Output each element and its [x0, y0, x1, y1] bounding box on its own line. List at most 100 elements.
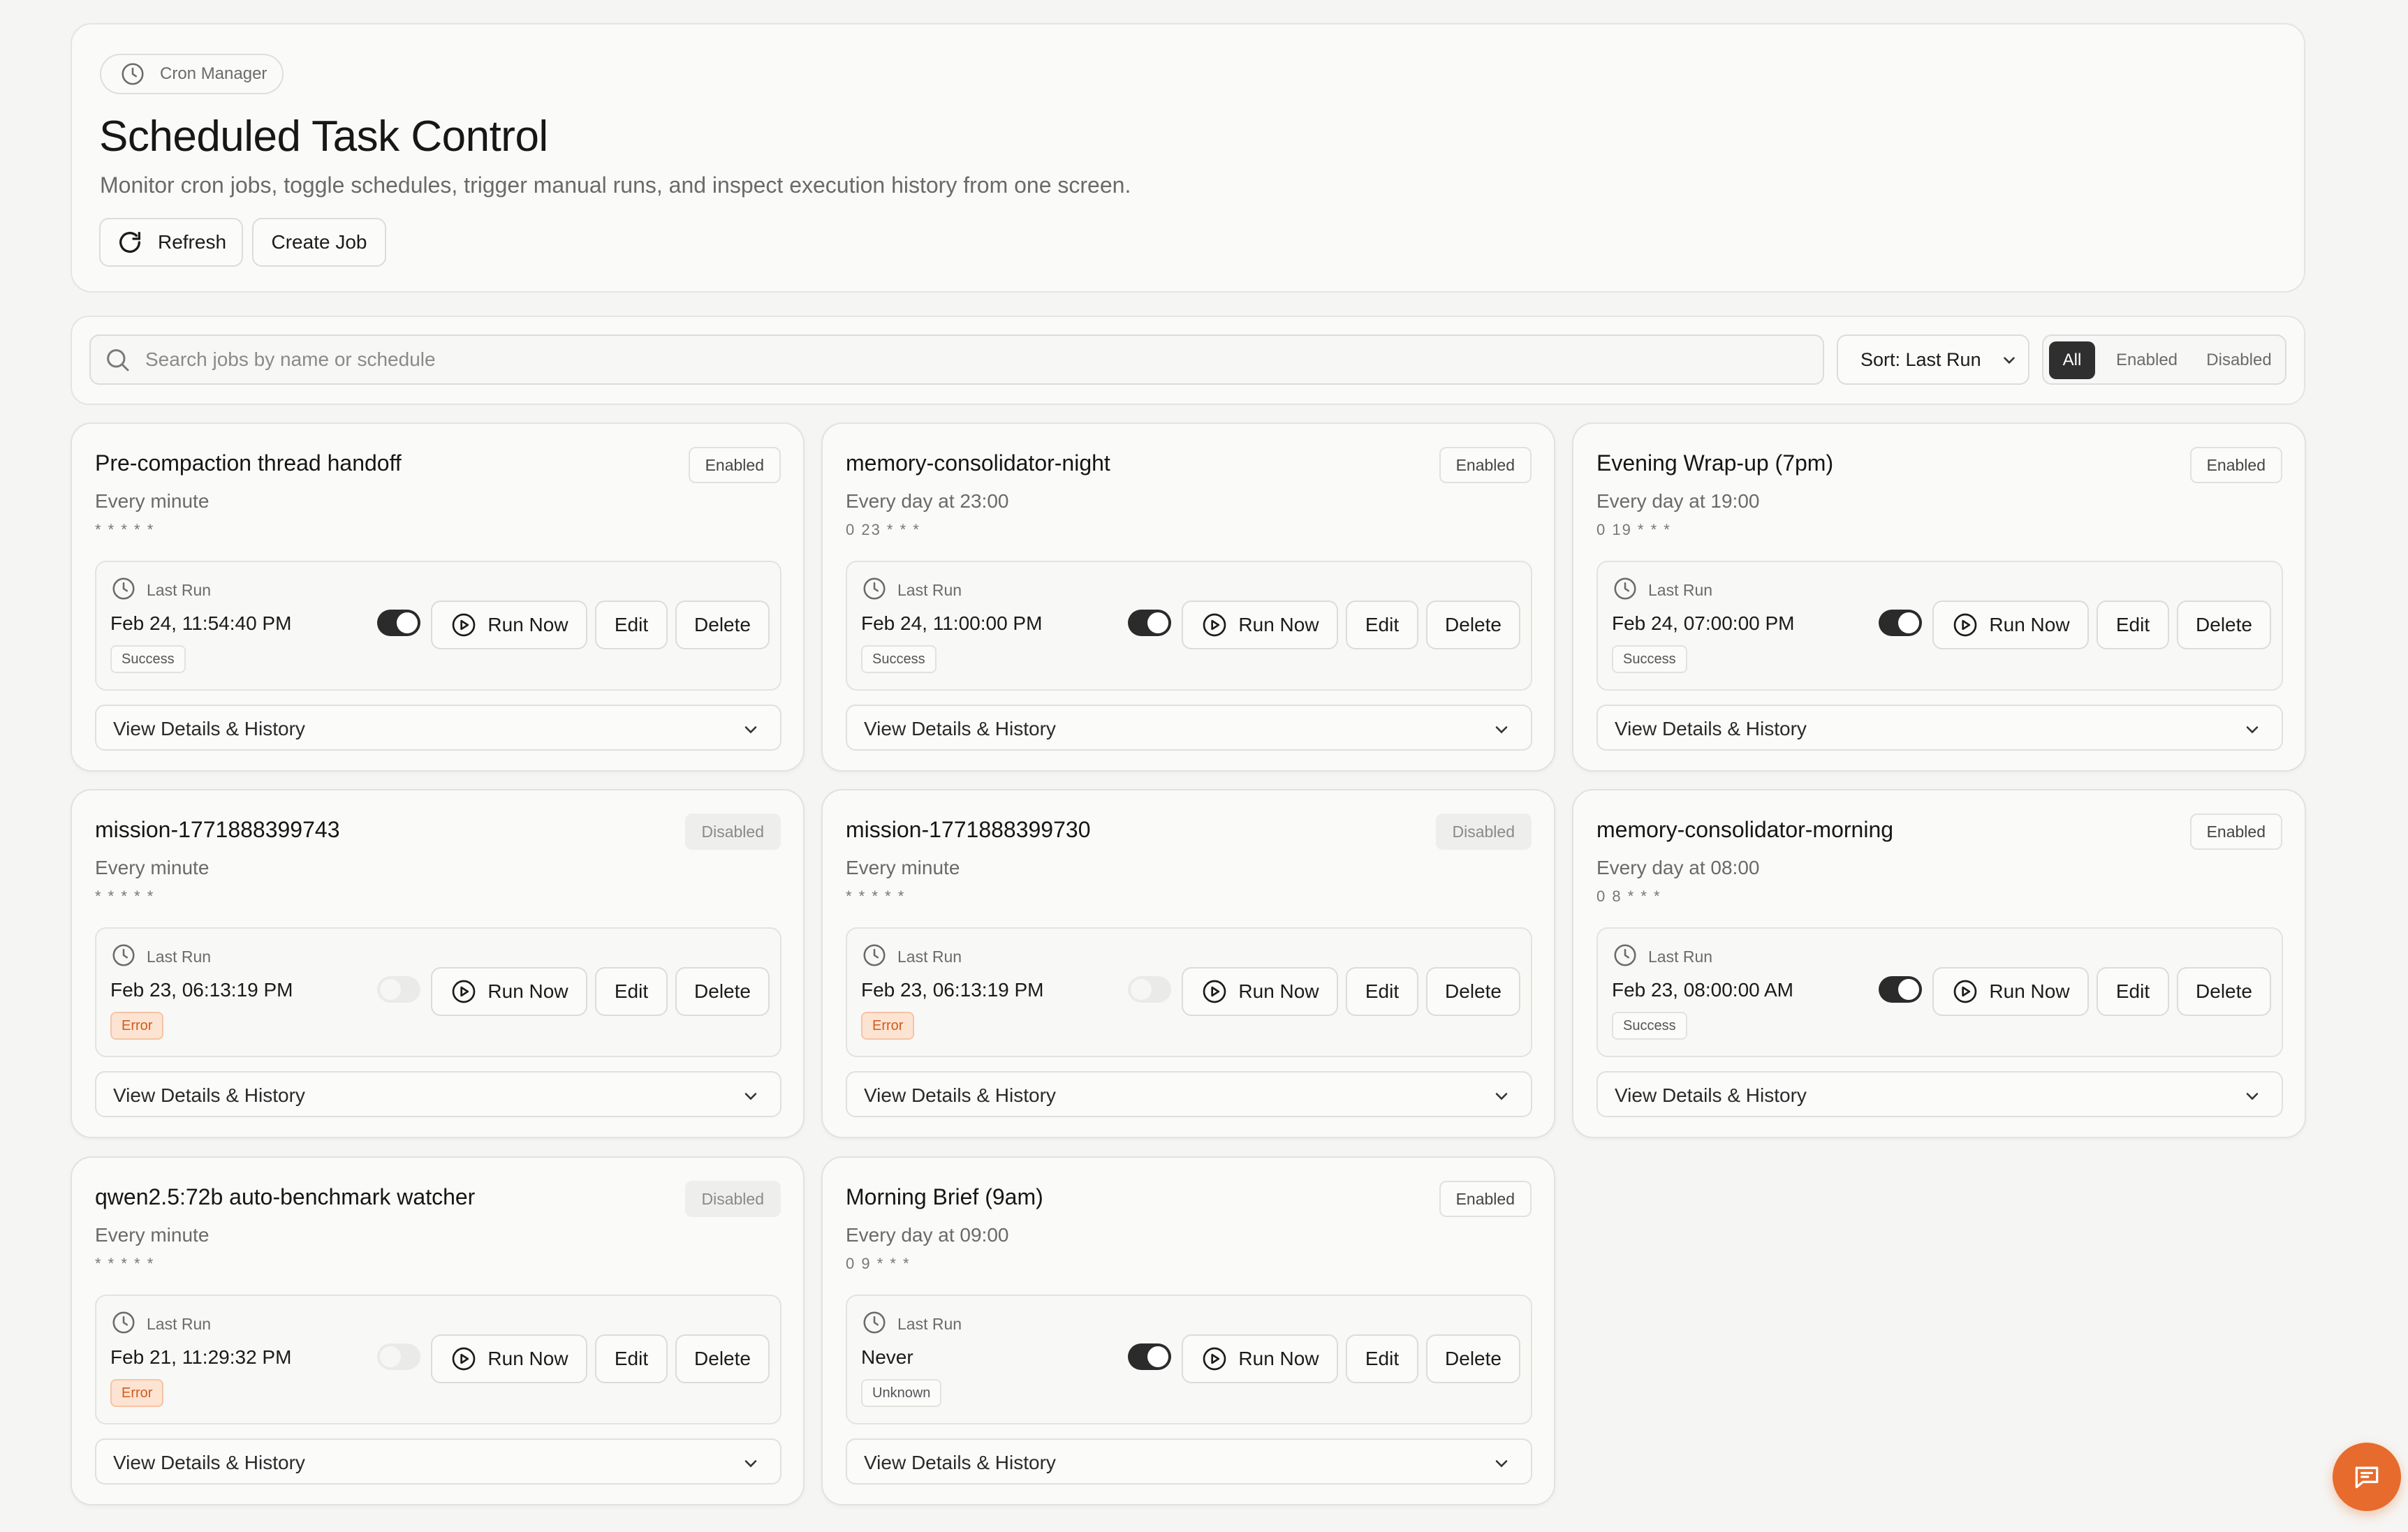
search-input[interactable]: [145, 348, 1823, 371]
delete-label: Delete: [2196, 614, 2252, 635]
delete-label: Delete: [1445, 1348, 1502, 1369]
delete-button[interactable]: Delete: [2177, 601, 2271, 649]
last-run-label: Last Run: [147, 581, 212, 599]
run-now-button[interactable]: Run Now: [431, 967, 587, 1016]
sort-select[interactable]: Sort: Last Run: [1837, 334, 2029, 385]
run-now-button[interactable]: Run Now: [1182, 601, 1338, 649]
play-circle-icon: [1954, 613, 1977, 637]
run-now-button[interactable]: Run Now: [431, 1334, 587, 1383]
details-label: View Details & History: [113, 718, 305, 739]
status-badge: Enabled: [1439, 447, 1532, 483]
cron-expression: * * * * *: [95, 887, 155, 905]
refresh-icon: [119, 232, 140, 253]
edit-button[interactable]: Edit: [1346, 601, 1418, 649]
run-result-badge: Error: [110, 1379, 164, 1407]
delete-button[interactable]: Delete: [1426, 601, 1520, 649]
enable-toggle[interactable]: [377, 1343, 420, 1370]
toggle-knob: [1147, 612, 1168, 633]
chevron-down-icon: [1495, 1460, 1508, 1468]
run-result-badge: Unknown: [861, 1379, 942, 1407]
search-box[interactable]: [89, 334, 1824, 385]
schedule-description: Every minute: [95, 490, 210, 512]
delete-button[interactable]: Delete: [675, 1334, 770, 1383]
filter-enabled[interactable]: Enabled: [2101, 341, 2193, 379]
run-now-button[interactable]: Run Now: [1182, 967, 1338, 1016]
edit-button[interactable]: Edit: [2097, 967, 2169, 1016]
cron-expression: 0 19 * * *: [1596, 521, 1671, 538]
refresh-button[interactable]: Refresh: [99, 218, 243, 267]
run-now-button[interactable]: Run Now: [1932, 967, 2089, 1016]
chat-fab-button[interactable]: [2333, 1443, 2401, 1511]
enable-toggle[interactable]: [1128, 976, 1171, 1003]
play-circle-icon: [1203, 980, 1226, 1003]
run-now-label: Run Now: [1238, 1348, 1319, 1369]
job-name: mission-1771888399730: [846, 817, 1091, 842]
last-run-time: Feb 24, 07:00:00 PM: [1612, 612, 1795, 634]
delete-button[interactable]: Delete: [675, 601, 770, 649]
run-result-badge: Success: [1612, 1012, 1687, 1040]
cron-expression: 0 9 * * *: [846, 1255, 911, 1272]
details-history-toggle[interactable]: View Details & History: [95, 1438, 781, 1485]
run-now-button[interactable]: Run Now: [1182, 1334, 1338, 1383]
details-history-toggle[interactable]: View Details & History: [95, 705, 781, 751]
last-run-label: Last Run: [897, 948, 962, 966]
last-run-label: Last Run: [147, 1315, 212, 1333]
play-circle-icon: [1203, 1347, 1226, 1371]
job-card: qwen2.5:72b auto-benchmark watcher Disabl…: [71, 1156, 805, 1505]
run-now-label: Run Now: [487, 614, 568, 635]
edit-button[interactable]: Edit: [2097, 601, 2169, 649]
delete-button[interactable]: Delete: [2177, 967, 2271, 1016]
edit-button[interactable]: Edit: [595, 1334, 668, 1383]
last-run-label: Last Run: [1648, 581, 1713, 599]
last-run-panel: Last Run Feb 23, 06:13:19 PM Error Run Now E…: [95, 927, 781, 1057]
chevron-down-icon: [2246, 726, 2259, 734]
chevron-down-icon: [744, 726, 757, 734]
job-name: mission-1771888399743: [95, 817, 340, 842]
delete-label: Delete: [694, 980, 751, 1002]
details-history-toggle[interactable]: View Details & History: [95, 1071, 781, 1117]
last-run-panel: Last Run Feb 24, 11:54:40 PM Success Run No…: [95, 561, 781, 691]
run-now-button[interactable]: Run Now: [431, 601, 587, 649]
filter-all[interactable]: All: [2049, 341, 2095, 379]
clock-icon: [1614, 944, 1636, 966]
details-history-toggle[interactable]: View Details & History: [846, 705, 1532, 751]
run-result-badge: Success: [861, 645, 937, 673]
edit-button[interactable]: Edit: [1346, 967, 1418, 1016]
delete-button[interactable]: Delete: [675, 967, 770, 1016]
enable-toggle[interactable]: [377, 610, 420, 636]
chevron-down-icon: [2246, 1093, 2259, 1100]
create-job-button[interactable]: Create Job: [252, 218, 386, 267]
toggle-knob: [397, 612, 418, 633]
last-run-panel: Last Run Feb 24, 07:00:00 PM Success Run No…: [1596, 561, 2283, 691]
edit-button[interactable]: Edit: [595, 967, 668, 1016]
details-label: View Details & History: [113, 1452, 305, 1473]
chevron-down-icon: [744, 1093, 757, 1100]
status-badge: Enabled: [688, 447, 781, 483]
delete-button[interactable]: Delete: [1426, 1334, 1520, 1383]
enable-toggle[interactable]: [1128, 1343, 1171, 1370]
edit-label: Edit: [614, 1348, 649, 1369]
delete-label: Delete: [2196, 980, 2252, 1002]
edit-button[interactable]: Edit: [595, 601, 668, 649]
details-history-toggle[interactable]: View Details & History: [846, 1071, 1532, 1117]
job-name: Evening Wrap-up (7pm): [1596, 450, 1834, 476]
delete-label: Delete: [1445, 614, 1502, 635]
job-card: Morning Brief (9am) Enabled Every day at 0…: [821, 1156, 1555, 1505]
delete-button[interactable]: Delete: [1426, 967, 1520, 1016]
enable-toggle[interactable]: [377, 976, 420, 1003]
details-history-toggle[interactable]: View Details & History: [1596, 1071, 2283, 1117]
details-history-toggle[interactable]: View Details & History: [1596, 705, 2283, 751]
cron-expression: 0 23 * * *: [846, 521, 920, 538]
enable-toggle[interactable]: [1879, 610, 1922, 636]
edit-button[interactable]: Edit: [1346, 1334, 1418, 1383]
toggle-knob: [1898, 612, 1919, 633]
cron-manager-chip: Cron Manager: [100, 54, 284, 94]
status-filter-group: All Enabled Disabled: [2042, 334, 2286, 385]
enable-toggle[interactable]: [1879, 976, 1922, 1003]
run-now-button[interactable]: Run Now: [1932, 601, 2089, 649]
filter-disabled[interactable]: Disabled: [2196, 341, 2282, 379]
details-history-toggle[interactable]: View Details & History: [846, 1438, 1532, 1485]
schedule-description: Every minute: [95, 1224, 210, 1246]
play-circle-icon: [1954, 980, 1977, 1003]
enable-toggle[interactable]: [1128, 610, 1171, 636]
